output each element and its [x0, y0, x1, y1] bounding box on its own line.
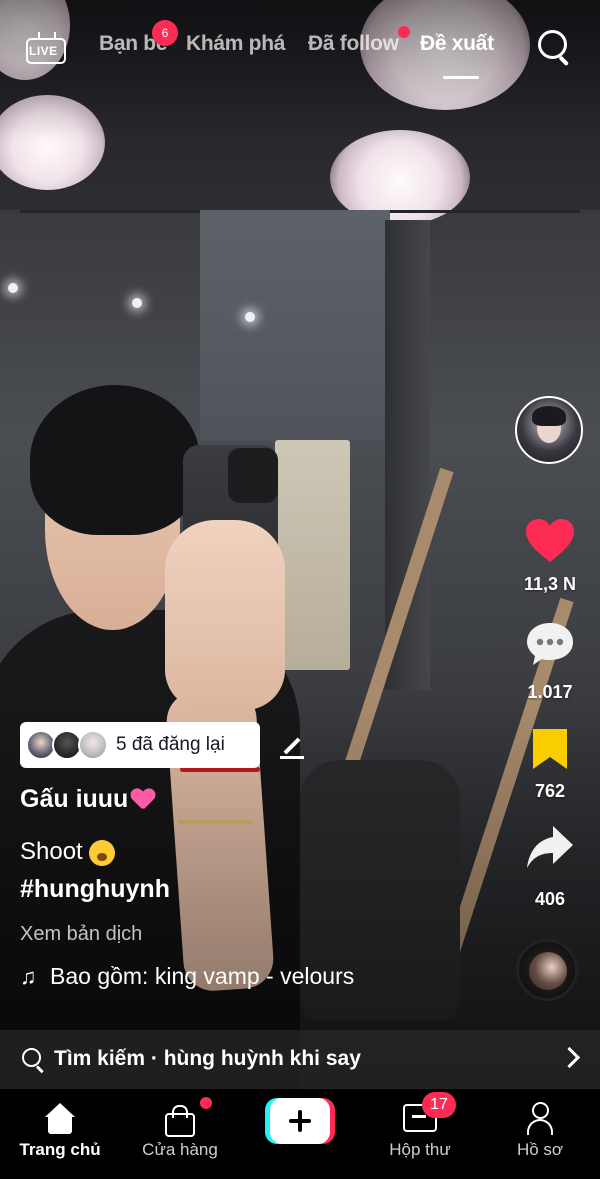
nav-inbox-label: Hộp thư [389, 1140, 451, 1159]
bookmark-icon [533, 729, 567, 769]
nav-shop-label: Cửa hàng [142, 1140, 218, 1159]
search-icon[interactable] [536, 28, 572, 66]
video-light [245, 312, 255, 322]
shop-dot [200, 1097, 212, 1109]
live-button[interactable]: LIVE [26, 32, 66, 64]
comment-button[interactable] [500, 620, 600, 673]
save-count: 762 [534, 781, 566, 801]
nav-home[interactable]: Trang chủ [0, 1089, 120, 1179]
share-icon [527, 826, 573, 868]
post-hashtag[interactable]: #hunghuynh [20, 875, 170, 904]
nav-inbox[interactable]: 17 Hộp thư [360, 1089, 480, 1179]
post-caption: Shoot [20, 838, 115, 866]
like-count: 11,3 N [523, 574, 577, 594]
tab-for-you[interactable]: Đề xuất [420, 32, 494, 56]
video-hand [165, 520, 285, 710]
home-icon [42, 1103, 78, 1135]
create-button[interactable] [265, 1098, 335, 1144]
comment-icon [527, 623, 573, 665]
creator-avatar[interactable] [515, 396, 583, 464]
pink-heart-emoji-icon [131, 789, 155, 811]
music-text: Bao gồm: king vamp - velours [50, 963, 355, 989]
translate-link[interactable]: Xem bản dịch [20, 923, 142, 946]
nav-home-label: Trang chủ [19, 1140, 101, 1159]
username-text: Gấu iuuu [20, 785, 129, 813]
save-button[interactable] [500, 727, 600, 776]
repost-avatar [78, 730, 108, 760]
bottom-nav: Trang chủ Cửa hàng 17 Hộp thư Hồ sơ [0, 1089, 600, 1179]
music-disc[interactable] [516, 939, 578, 1001]
video-phone-camera [228, 448, 278, 503]
video-ac-unit [275, 440, 350, 670]
live-label: LIVE [29, 44, 58, 58]
nav-shop[interactable]: Cửa hàng [120, 1089, 240, 1179]
following-dot [398, 26, 410, 38]
search-suggestion-icon [22, 1048, 44, 1074]
share-count: 406 [534, 889, 566, 909]
caption-text: Shoot [20, 838, 83, 865]
tiktok-feed-screen: LIVE Bạn bè 6 Khám phá Đã follow Đề xuất… [0, 0, 600, 1179]
repost-label: 5 đã đăng lại [116, 734, 225, 755]
heart-icon [526, 519, 574, 562]
share-button[interactable] [500, 824, 600, 875]
inbox-badge: 17 [422, 1092, 456, 1118]
video-light [132, 298, 142, 308]
tab-following[interactable]: Đã follow [308, 32, 399, 56]
nav-profile[interactable]: Hồ sơ [480, 1089, 600, 1179]
shocked-face-emoji-icon [88, 839, 115, 866]
repost-chip[interactable]: 5 đã đăng lại [20, 722, 260, 768]
video-light [8, 283, 18, 293]
search-suggestion-bar[interactable]: Tìm kiếm · hùng huỳnh khi say [0, 1030, 600, 1089]
music-info[interactable]: ♫ Bao gồm: king vamp - velours [20, 963, 354, 990]
friends-badge: 6 [152, 20, 178, 46]
search-suggestion-text: Tìm kiếm · hùng huỳnh khi say [54, 1047, 361, 1070]
music-note-icon: ♫ [20, 964, 37, 989]
comment-count: 1.017 [527, 682, 573, 702]
top-nav: LIVE Bạn bè 6 Khám phá Đã follow Đề xuất [0, 18, 600, 79]
edit-pencil-icon[interactable] [278, 732, 306, 760]
like-button[interactable] [500, 518, 600, 569]
post-username[interactable]: Gấu iuuu [20, 785, 155, 814]
active-tab-underline [443, 76, 479, 79]
video-board [200, 210, 390, 440]
video-person-hair [30, 385, 200, 535]
shopping-bag-icon [165, 1105, 195, 1137]
chevron-right-icon [558, 1046, 581, 1069]
tab-explore[interactable]: Khám phá [186, 32, 285, 56]
nav-profile-label: Hồ sơ [516, 1140, 564, 1159]
profile-icon [526, 1102, 554, 1136]
